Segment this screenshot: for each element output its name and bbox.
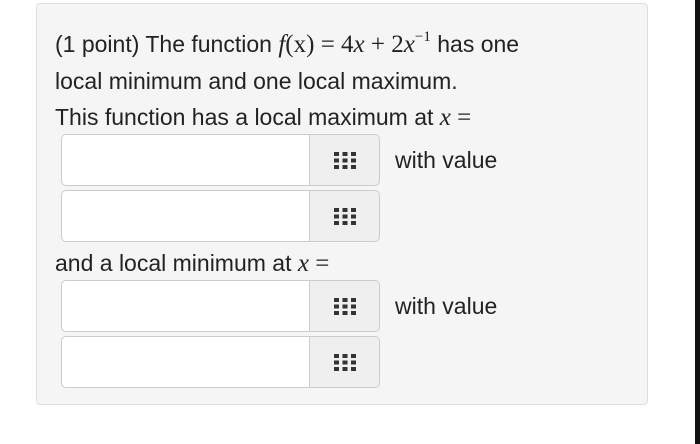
max-x-answer-row <box>61 134 381 186</box>
min-x-input[interactable] <box>61 280 309 332</box>
max-with-value-label: with value <box>395 147 498 173</box>
min-with-value-label: with value <box>395 293 498 319</box>
problem-card: (1 point) The function f(x) = 4x + 2x−1 … <box>36 3 648 405</box>
problem-statement-line2: local minimum and one local maximum. <box>55 68 458 94</box>
window-edge <box>695 0 700 444</box>
min-value-equation-editor-button[interactable] <box>309 336 380 388</box>
max-value-equation-editor-button[interactable] <box>309 190 380 242</box>
local-max-prompt: This function has a local maximum at x = <box>55 104 472 131</box>
function-formula: f(x) = 4x + 2x−1 <box>278 29 431 59</box>
problem-statement-line1: (1 point) The function f(x) = 4x + 2x−1 … <box>55 29 519 60</box>
min-x-answer-row <box>61 280 381 332</box>
min-value-answer-row <box>61 336 381 388</box>
max-x-equation-editor-button[interactable] <box>309 134 380 186</box>
problem-suffix: has one <box>437 31 520 57</box>
grid-icon <box>334 354 356 371</box>
local-min-prompt: and a local minimum at x = <box>55 250 330 277</box>
max-value-answer-row <box>61 190 381 242</box>
min-x-equation-editor-button[interactable] <box>309 280 380 332</box>
grid-icon <box>334 152 356 169</box>
min-value-input[interactable] <box>61 336 309 388</box>
max-x-input[interactable] <box>61 134 309 186</box>
problem-prefix: (1 point) The function <box>55 31 272 57</box>
grid-icon <box>334 298 356 315</box>
grid-icon <box>334 208 356 225</box>
max-value-input[interactable] <box>61 190 309 242</box>
